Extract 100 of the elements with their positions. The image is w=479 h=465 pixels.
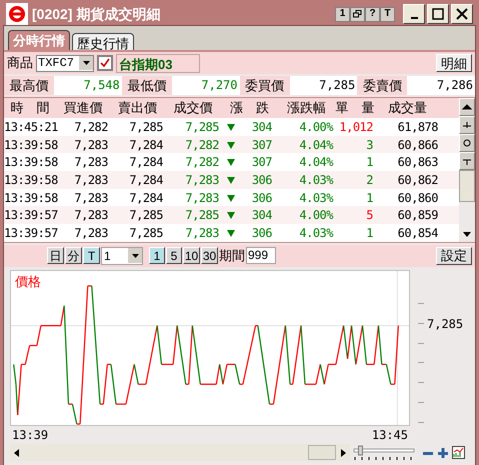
table-cell-text: 60,862 — [396, 172, 439, 189]
table-cell-text: 7,283 — [73, 136, 109, 154]
horizontal-scrollbar[interactable] — [10, 444, 350, 462]
column-header: 成交價 — [172, 99, 214, 118]
table-cell-text: 1,012 — [338, 118, 374, 136]
toolbar-button[interactable]: 1 — [149, 247, 165, 264]
table-cell-text: 7,283 — [184, 190, 220, 207]
toolbar-button[interactable]: 30 — [201, 247, 218, 264]
table-cell-text: 1 — [365, 154, 374, 172]
table-cell-text: 306 — [252, 190, 272, 207]
scroll-thumb[interactable] — [308, 445, 336, 460]
close-button[interactable] — [451, 4, 473, 24]
table-cell-text: 13:39:58 — [4, 136, 56, 154]
slider-thumb[interactable] — [358, 446, 363, 456]
stat-value: 7,285 — [290, 76, 358, 96]
table-cell-text: 306 — [252, 172, 272, 189]
table-cell-text: 7,283 — [73, 172, 109, 189]
title-tool-button[interactable]: T — [380, 6, 395, 22]
toolbar-button[interactable]: 10 — [183, 247, 200, 264]
check-icon — [100, 58, 110, 68]
table-cell-text: 7,283 — [73, 190, 109, 207]
column-header: 買進價 — [62, 99, 104, 118]
product-label: 商品 — [7, 54, 33, 72]
checkbox[interactable] — [97, 55, 113, 71]
table-cell-text: 7,285 — [128, 118, 164, 136]
down-arrow-icon — [463, 232, 471, 238]
stat-value: 7,270 — [172, 76, 240, 96]
table-cell-text: 1 — [365, 190, 374, 207]
table-cell-text: 13:39:58 — [4, 172, 56, 189]
down-triangle-icon — [227, 176, 235, 184]
table-cell-text: 7,283 — [73, 207, 109, 224]
table-cell-text: 7,283 — [73, 154, 109, 172]
column-header: 單 量 — [335, 99, 375, 118]
tab[interactable]: 歷史行情 — [72, 33, 134, 50]
detail-button[interactable]: 明細 — [436, 54, 472, 72]
table-cell-text: 4.04% — [298, 136, 334, 154]
settings-button[interactable]: 設定 — [436, 246, 472, 265]
app-logo-icon — [6, 3, 28, 25]
table-cell-text: 60,866 — [396, 136, 439, 154]
chart-title: 價格 — [15, 272, 41, 291]
minimize-button[interactable] — [403, 4, 425, 24]
table-cell-text: 7,283 — [73, 224, 109, 242]
down-triangle-icon — [227, 122, 235, 131]
table-cell-text: 7,282 — [184, 154, 220, 172]
toolbar-button[interactable]: 5 — [166, 247, 182, 264]
table-cell-text: 4.03% — [298, 190, 334, 207]
table-cell-text: 5 — [365, 207, 374, 224]
table-cell-text: 7,284 — [128, 154, 164, 172]
table-cell-text: 3 — [365, 136, 374, 154]
down-triangle-icon — [227, 211, 235, 220]
table-cell-text: 61,878 — [396, 118, 439, 136]
title-tool-button[interactable]: 1 — [335, 6, 350, 22]
plus-icon — [462, 121, 472, 129]
table-cell-text: 60,863 — [396, 154, 439, 172]
chart-icon[interactable] — [452, 446, 465, 460]
table-cell-text: 304 — [252, 118, 272, 136]
toolbar-button[interactable]: T — [83, 247, 100, 264]
product-dropdown[interactable]: TXFC7 — [36, 54, 94, 72]
down-triangle-icon — [227, 228, 235, 237]
table-cell-text: 13:45:21 — [4, 118, 56, 136]
x-axis-label: 13:39 — [12, 426, 48, 444]
dropdown-arrow-icon — [82, 61, 90, 65]
table-cell-text: 13:39:57 — [4, 224, 56, 242]
period-field[interactable]: 999 — [246, 247, 276, 264]
table-cell-text: 7,284 — [128, 136, 164, 154]
table-cell-text: 13:39:58 — [4, 154, 56, 172]
table-cell-text: 60,860 — [396, 190, 439, 207]
column-header: 成交量 — [387, 99, 428, 118]
up-arrow-icon — [462, 103, 472, 111]
zoom-in-icon[interactable] — [437, 446, 449, 459]
minimize-icon — [410, 17, 418, 19]
down-triangle-icon — [227, 158, 235, 166]
title-tool-button[interactable]: ? — [365, 6, 380, 22]
table-cell-text: 7,283 — [184, 224, 220, 242]
toolbar-button[interactable]: 日 — [47, 247, 64, 264]
scroll-thumb[interactable] — [459, 170, 475, 202]
circle-icon — [463, 139, 471, 147]
scrollbar[interactable] — [459, 98, 475, 242]
down-triangle-icon — [227, 140, 235, 149]
table-cell-text: 4.03% — [298, 172, 334, 189]
table-cell-text: 2 — [365, 172, 374, 189]
table-cell-text: 13:39:57 — [4, 207, 56, 224]
stat-label: 委賣價 — [362, 76, 403, 95]
interval-dropdown[interactable]: 1 — [101, 246, 143, 265]
stat-label: 委買價 — [244, 76, 285, 95]
table-cell-text: 7,282 — [73, 118, 109, 136]
product-name: 台指期03 — [116, 54, 200, 72]
stat-label: 最低價 — [126, 76, 168, 95]
restore-button[interactable] — [350, 6, 365, 22]
maximize-icon — [432, 8, 444, 20]
table-cell-text: 4.00% — [298, 207, 334, 224]
maximize-button[interactable] — [427, 4, 449, 24]
table-cell-text: 7,285 — [184, 118, 220, 136]
toolbar-button[interactable]: 分 — [65, 247, 82, 264]
table-cell-text: 4.03% — [298, 224, 334, 242]
table-cell-text: 7,284 — [128, 172, 164, 189]
table-cell-text: 1 — [365, 224, 374, 242]
stat-value: 7,286 — [407, 76, 475, 96]
stat-label: 最高價 — [8, 76, 50, 95]
table-cell-text: 7,282 — [184, 136, 220, 154]
